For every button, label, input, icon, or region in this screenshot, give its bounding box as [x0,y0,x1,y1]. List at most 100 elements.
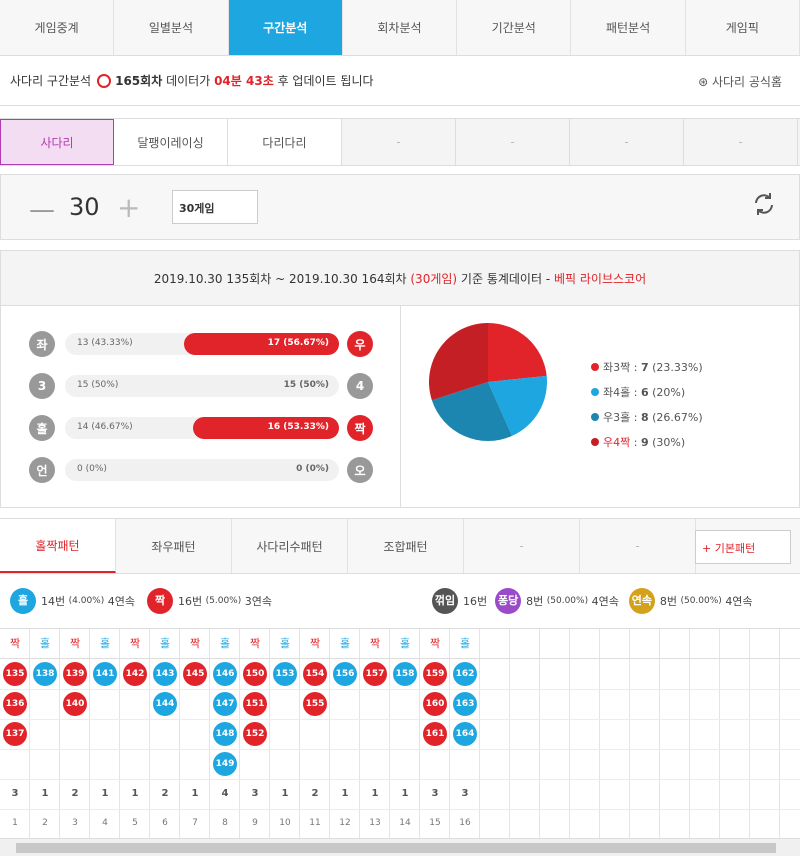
result-ball: 151 [243,692,267,716]
result-ball: 137 [3,722,27,746]
pattern-tabs: 홀짝패턴 좌우패턴 사다리수패턴 조합패턴 - - + 기본패턴 [0,518,800,574]
subtab-1[interactable]: 사다리 [0,119,114,165]
legend-item: 좌4홀 : 6 (20%) [591,384,685,400]
column-index: 12 [339,818,351,828]
column-index: 5 [132,818,138,828]
update-info: 사다리 구간분석 165회차 데이터가 04분 43초 후 업데이트 됩니다 ⊛… [0,56,800,106]
legend-value: 7 [640,361,649,374]
pattern-tab-2[interactable]: 좌우패턴 [116,519,232,573]
subtab-3[interactable]: 다리다리 [228,119,342,165]
result-ball: 158 [393,662,417,686]
left-badge: 3 [29,373,55,399]
grid-line [0,719,800,720]
pattern-tab-5: - [464,519,580,573]
tab-7[interactable]: 게임픽 [686,0,800,55]
result-ball: 147 [213,692,237,716]
pattern-tab-1[interactable]: 홀짝패턴 [0,519,116,573]
grid-column [720,629,750,839]
count-value: 30 [69,193,100,221]
left-value: 14 (46.67%) [77,422,133,432]
horizontal-scrollbar[interactable] [0,838,800,856]
tab-3[interactable]: 구간분석 [228,0,343,55]
column-count: 2 [71,788,79,799]
legend-dot [591,363,599,371]
column-count: 2 [161,788,169,799]
left-value: 15 (50%) [77,380,119,390]
column-index: 6 [162,818,168,828]
result-ball: 146 [213,662,237,686]
tab-2[interactable]: 일별분석 [114,0,229,55]
ratio-track: 14 (46.67%) 16 (53.33%) [65,417,339,439]
column-head: 짝 [369,637,381,650]
column-head: 홀 [399,637,411,650]
turn-badge: 꺾임 [432,588,458,614]
alternate-pct: (50.00%) [546,596,589,606]
subtab-2[interactable]: 달팽이레이싱 [114,119,228,165]
result-ball: 144 [153,692,177,716]
result-ball: 156 [333,662,357,686]
legend-dot [591,413,599,421]
game-count-select[interactable]: 30게임 [172,190,258,224]
legend-dot [591,388,599,396]
even-badge: 짝 [147,588,173,614]
even-pct: (5.00%) [205,596,242,606]
pattern-tab-6: - [580,519,696,573]
column-index: 15 [429,818,441,828]
column-index: 7 [192,818,198,828]
grid-column [180,629,210,839]
minus-button[interactable]: — [29,195,55,225]
right-value: 15 (50%) [283,380,329,390]
right-badge: 짝 [347,415,373,441]
tab-5[interactable]: 기간분석 [457,0,572,55]
column-head: 홀 [279,637,291,650]
column-index: 9 [252,818,258,828]
result-ball: 135 [3,662,27,686]
grid-column [270,629,300,839]
scroll-thumb[interactable] [16,843,776,853]
count-control: — 30 + 30게임 [0,174,800,240]
legend-label: 좌4홀 [603,386,631,399]
column-head: 짝 [69,637,81,650]
left-value: 13 (43.33%) [77,338,133,348]
odd-streak: 4연속 [107,595,135,608]
tab-4[interactable]: 회차분석 [343,0,458,55]
legend-item: 우3홀 : 8 (26.67%) [591,409,703,425]
column-head: 짝 [249,637,261,650]
streak-pct: (50.00%) [680,596,722,606]
stats-panel: 2019.10.30 135회차 ~ 2019.10.30 164회차 (30게… [0,250,800,508]
column-head: 홀 [459,637,471,650]
result-ball: 154 [303,662,327,686]
legend-value: 6 [640,386,649,399]
result-ball: 142 [123,662,147,686]
grid-column [510,629,540,839]
pattern-tab-3[interactable]: 사다리수패턴 [232,519,348,573]
column-index: 14 [399,818,411,828]
basic-pattern-button[interactable]: + 기본패턴 [695,530,791,564]
result-ball: 152 [243,722,267,746]
right-value: 0 (0%) [296,464,329,474]
official-home-link[interactable]: ⊛ 사다리 공식홈 [698,73,782,90]
column-index: 2 [42,818,48,828]
streak-streak: 4연속 [725,595,753,608]
stats-source: 베픽 라이브스코어 [554,271,647,286]
column-count: 1 [191,788,199,799]
column-index: 3 [72,818,78,828]
refresh-icon[interactable] [751,191,777,217]
result-ball: 164 [453,722,477,746]
column-count: 1 [341,788,349,799]
grid-column [750,629,780,839]
right-badge: 우 [347,331,373,357]
plus-button[interactable]: + [117,191,140,224]
grid-column [690,629,720,839]
tab-6[interactable]: 패턴분석 [571,0,686,55]
column-count: 3 [461,788,469,799]
pattern-tab-4[interactable]: 조합패턴 [348,519,464,573]
turn-total: 16번 [463,595,488,608]
grid-column [90,629,120,839]
ratio-row: 언 0 (0%) 0 (0%) 오 [29,456,375,484]
column-index: 4 [102,818,108,828]
info-label: 사다리 구간분석 [10,74,92,88]
result-ball: 153 [273,662,297,686]
legend-dot [591,438,599,446]
tab-1[interactable]: 게임중계 [0,0,115,55]
